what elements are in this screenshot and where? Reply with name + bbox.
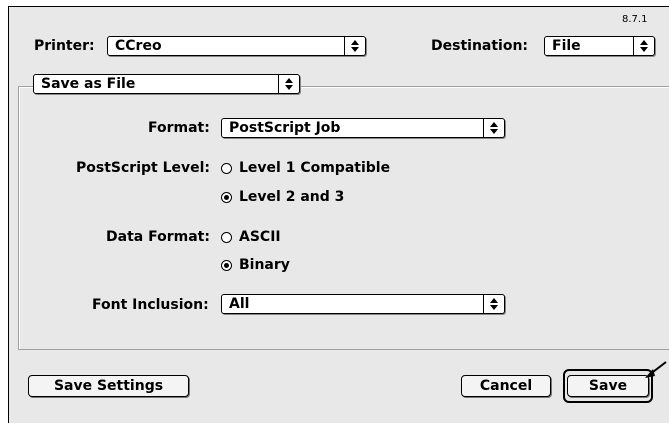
save-settings-button[interactable]: Save Settings (28, 375, 189, 397)
binary-radio-label[interactable]: Binary (239, 257, 290, 273)
font-inclusion-popup[interactable]: All (221, 294, 505, 314)
updown-arrows-icon (633, 37, 654, 55)
level1-radio-label[interactable]: Level 1 Compatible (239, 160, 390, 176)
postscript-level-label: PostScript Level: (76, 160, 211, 176)
version-label: 8.7.1 (622, 14, 648, 25)
printer-popup[interactable]: CCreo (107, 36, 366, 56)
level2-radio-label[interactable]: Level 2 and 3 (239, 189, 344, 205)
format-popup[interactable]: PostScript Job (221, 118, 505, 138)
destination-popup[interactable]: File (544, 36, 655, 56)
font-inclusion-label: Font Inclusion: (92, 297, 209, 313)
level1-radio[interactable] (221, 163, 232, 174)
section-popup[interactable]: Save as File (33, 74, 300, 94)
level2-radio[interactable] (221, 192, 232, 203)
binary-radio[interactable] (221, 260, 232, 271)
destination-label: Destination: (431, 38, 529, 54)
printer-label: Printer: (34, 38, 95, 54)
section-popup-value: Save as File (41, 76, 136, 92)
save-button[interactable]: Save (567, 375, 649, 397)
font-inclusion-popup-value: All (229, 296, 250, 312)
updown-arrows-icon (483, 119, 504, 137)
data-format-label: Data Format: (106, 229, 210, 245)
updown-arrows-icon (278, 75, 299, 93)
ascii-radio[interactable] (221, 232, 232, 243)
format-label: Format: (148, 120, 210, 136)
arrow-cursor-icon (645, 361, 667, 378)
destination-popup-value: File (552, 38, 581, 54)
updown-arrows-icon (344, 37, 365, 55)
cancel-button[interactable]: Cancel (461, 375, 551, 397)
updown-arrows-icon (483, 295, 504, 313)
format-popup-value: PostScript Job (229, 120, 341, 136)
ascii-radio-label[interactable]: ASCII (239, 229, 281, 245)
printer-popup-value: CCreo (115, 38, 162, 54)
